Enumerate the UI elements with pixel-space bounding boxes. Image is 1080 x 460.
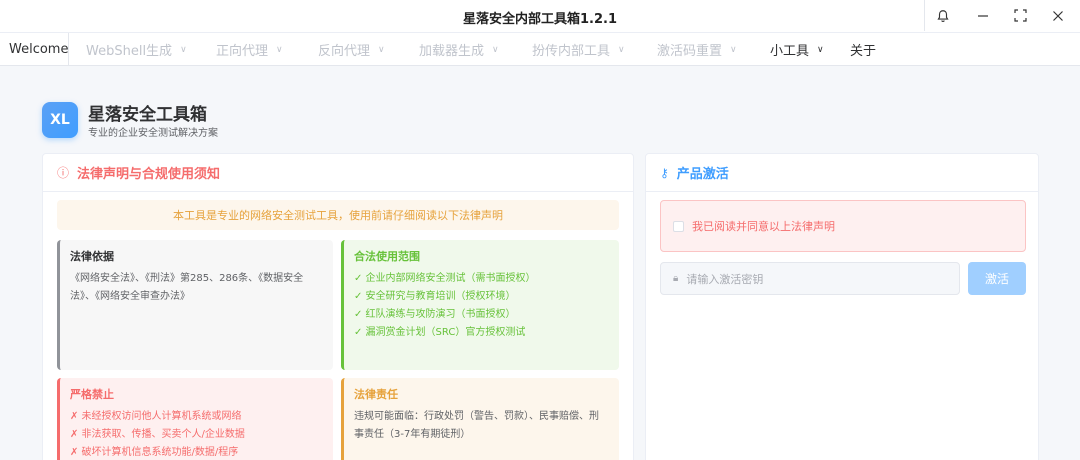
bell-icon [937, 9, 949, 22]
activation-key-placeholder: 请输入激活密钥 [686, 272, 764, 286]
activation-key-input[interactable]: 🔒︎ 请输入激活密钥 [660, 262, 960, 295]
menu-about-label: 关于 [850, 44, 877, 59]
chevron-down-icon: ∨ [618, 44, 625, 55]
menu-loader-gen[interactable]: 加载器生成 ∨ [419, 33, 499, 66]
legal-card: ⓘ 法律声明与合规使用须知 本工具是专业的网络安全测试工具，使用前请仔细阅读以下… [42, 153, 634, 460]
title-bar: 星落安全内部工具箱1.2.1 [0, 0, 1080, 32]
legal-forbid-box: 严格禁止 ✗ 未经授权访问他人计算机系统或网络 ✗ 非法获取、传播、买卖个人/企… [57, 378, 333, 460]
legal-resp-title: 法律责任 [354, 388, 398, 401]
chevron-down-icon: ∨ [730, 44, 737, 55]
maximize-button[interactable] [1001, 0, 1039, 31]
legal-forbid-title: 严格禁止 [70, 388, 114, 401]
menu-about[interactable]: 关于 [850, 33, 876, 66]
legal-forbid-item: ✗ 非法获取、传播、买卖个人/企业数据 [70, 429, 245, 440]
legal-resp-line: 事责任（3-7年有期徒刑） [354, 429, 471, 440]
menu-internal-tools[interactable]: 扮传内部工具 ∨ [532, 33, 625, 66]
menu-label: WebShell生成 [86, 44, 173, 59]
legal-responsibility-box: 法律责任 违规可能面临：行政处罚（警告、罚款）、民事赔偿、刑 事责任（3-7年有… [341, 378, 619, 460]
close-icon [1053, 10, 1063, 21]
lock-icon: 🔒︎ [673, 273, 679, 284]
menu-label: 加载器生成 [419, 44, 485, 59]
menu-label: 激活码重置 [657, 44, 723, 59]
activate-button[interactable]: 激活 [968, 262, 1026, 295]
menu-small-tools[interactable]: 小工具 ∨ [770, 33, 824, 66]
chevron-down-icon: ∨ [492, 44, 499, 55]
legal-card-header: ⓘ 法律声明与合规使用须知 [43, 154, 633, 192]
menu-webshell[interactable]: WebShell生成 ∨ [86, 33, 187, 66]
legal-scope-title: 合法使用范围 [354, 250, 420, 263]
minimize-icon [978, 14, 988, 17]
chevron-down-icon: ∨ [378, 44, 385, 55]
activation-card-header: ⚷ 产品激活 [646, 154, 1038, 192]
menu-bar: Welcome WebShell生成 ∨ 正向代理 ∨ 反向代理 ∨ 加载器生成 ∨ 扮… [0, 32, 1080, 66]
menu-forward-proxy[interactable]: 正向代理 ∨ [216, 33, 283, 66]
legal-scope-item: ✓ 漏洞赏金计划（SRC）官方授权测试 [354, 327, 526, 338]
brand-title: 星落安全工具箱 [88, 105, 207, 125]
menu-label: 扮传内部工具 [532, 44, 611, 59]
maximize-icon [1013, 9, 1027, 22]
activation-title: 产品激活 [676, 167, 729, 182]
legal-title: 法律声明与合规使用须知 [77, 167, 221, 182]
legal-resp-line: 违规可能面临：行政处罚（警告、罚款）、民事赔偿、刑 [354, 411, 599, 422]
legal-forbid-item: ✗ 破坏计算机信息系统功能/数据/程序 [70, 447, 239, 458]
activation-card: ⚷ 产品激活 我已阅读并同意以上法律声明 🔒︎ 请输入激活密钥 激活 [645, 153, 1039, 460]
agree-checkbox[interactable] [673, 220, 684, 232]
chevron-down-icon: ∨ [817, 44, 824, 55]
menu-divider [68, 33, 69, 66]
legal-basis-title: 法律依据 [70, 250, 114, 263]
legal-scope-box: 合法使用范围 ✓ 企业内部网络安全测试（需书面授权） ✓ 安全研究与教育培训（授… [341, 240, 619, 370]
menu-activation-reset[interactable]: 激活码重置 ∨ [657, 33, 737, 66]
menu-welcome-label: Welcome [9, 42, 69, 57]
legal-basis-box: 法律依据 《网络安全法》、《刑法》第285、286条、《数据安全 法》、《网络安… [57, 240, 333, 370]
menu-label: 反向代理 [318, 44, 371, 59]
notification-button[interactable] [924, 0, 962, 31]
agree-checkbox-row[interactable]: 我已阅读并同意以上法律声明 [660, 200, 1026, 252]
legal-forbid-item: ✗ 未经授权访问他人计算机系统或网络 [70, 411, 242, 422]
chevron-down-icon: ∨ [276, 44, 283, 55]
window-title: 星落安全内部工具箱1.2.1 [462, 12, 617, 27]
legal-basis-line: 法》、《网络安全审查办法》 [70, 291, 190, 302]
menu-label: 小工具 [770, 44, 810, 59]
menu-reverse-proxy[interactable]: 反向代理 ∨ [318, 33, 385, 66]
legal-scope-item: ✓ 企业内部网络安全测试（需书面授权） [354, 273, 536, 284]
app-logo: XL [42, 102, 78, 138]
legal-scope-item: ✓ 红队演练与攻防演习（书面授权） [354, 309, 516, 320]
close-button[interactable] [1039, 0, 1077, 31]
menu-label: 正向代理 [216, 44, 269, 59]
menu-welcome[interactable]: Welcome [9, 33, 68, 66]
minimize-button[interactable] [964, 0, 1002, 31]
legal-scope-item: ✓ 安全研究与教育培训（授权环境） [354, 291, 516, 302]
legal-notice: 本工具是专业的网络安全测试工具，使用前请仔细阅读以下法律声明 [57, 200, 619, 230]
brand-subtitle: 专业的企业安全测试解决方案 [88, 128, 218, 139]
key-icon: ⚷ [660, 165, 669, 180]
legal-basis-line: 《网络安全法》、《刑法》第285、286条、《数据安全 [70, 273, 304, 284]
chevron-down-icon: ∨ [180, 44, 187, 55]
agree-label: 我已阅读并同意以上法律声明 [692, 220, 835, 233]
warning-circle-icon: ⓘ [57, 166, 70, 180]
